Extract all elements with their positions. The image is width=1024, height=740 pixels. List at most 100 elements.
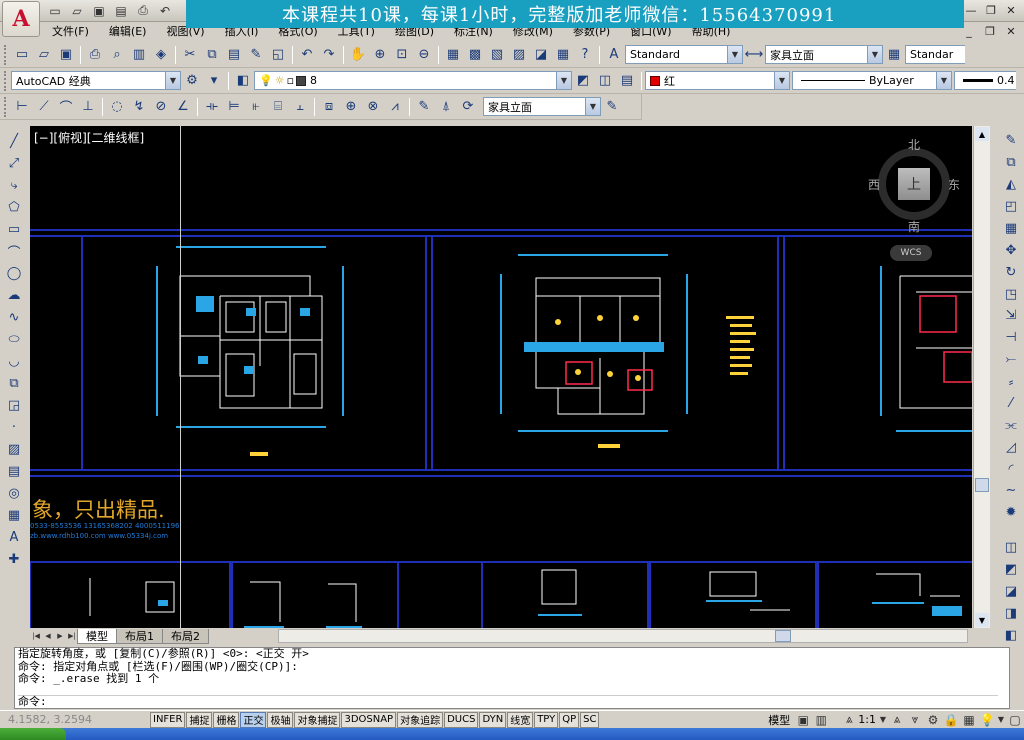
insert-block-icon[interactable]: ⧉ xyxy=(4,373,24,393)
table-style-combo[interactable]: Standar xyxy=(905,45,965,64)
plot-icon[interactable]: ⎙ xyxy=(85,45,105,65)
zoom-previous-icon[interactable]: ⊖ xyxy=(414,45,434,65)
publish-icon[interactable]: ▥ xyxy=(129,45,149,65)
toggle-grid[interactable]: 栅格 xyxy=(213,711,240,728)
close-icon[interactable]: ✕ xyxy=(1002,2,1020,18)
menu-edit[interactable]: 编辑(E) xyxy=(99,23,157,39)
chamfer-icon[interactable]: ◿ xyxy=(1001,437,1021,457)
undo-icon[interactable]: ↶ xyxy=(297,45,317,65)
aligned-dim-icon[interactable]: ⟋ xyxy=(34,97,54,117)
bring-to-front-icon[interactable]: ◩ xyxy=(1001,560,1021,580)
scroll-up-arrow-icon[interactable]: ▲ xyxy=(975,127,989,141)
help-icon[interactable]: ? xyxy=(575,45,595,65)
workspace-combo[interactable]: AutoCAD 经典 ▼ xyxy=(11,71,181,90)
chevron-down-icon[interactable]: ▼ xyxy=(878,712,888,728)
layer-properties-icon[interactable]: ◧ xyxy=(233,71,253,91)
array-icon[interactable]: ▦ xyxy=(1001,219,1021,239)
offset-icon[interactable]: ◰ xyxy=(1001,197,1021,217)
vertical-scroll-thumb[interactable] xyxy=(975,478,989,492)
toggle-osnap[interactable]: 对象捕捉 xyxy=(294,711,341,728)
markup-icon[interactable]: ◪ xyxy=(531,45,551,65)
print-icon[interactable]: ⎙ xyxy=(134,2,152,19)
make-block-icon[interactable]: ◲ xyxy=(4,395,24,415)
tool-palettes-icon[interactable]: ▧ xyxy=(487,45,507,65)
stretch-icon[interactable]: ⇲ xyxy=(1001,306,1021,326)
command-input[interactable]: 命令: xyxy=(18,695,998,708)
rotate-icon[interactable]: ↻ xyxy=(1001,262,1021,282)
ellipse-icon[interactable]: ⬭ xyxy=(4,329,24,349)
horizontal-scrollbar[interactable] xyxy=(278,629,968,643)
toolbar-grip[interactable] xyxy=(4,70,8,91)
point-icon[interactable]: · xyxy=(4,417,24,437)
drawing-restore-icon[interactable]: ❐ xyxy=(981,23,999,39)
sheet-set-icon[interactable]: ▨ xyxy=(509,45,529,65)
text-style-icon[interactable]: A xyxy=(604,45,624,65)
save-icon[interactable]: ▣ xyxy=(56,45,76,65)
fillet-icon[interactable]: ◜ xyxy=(1001,459,1021,479)
scroll-down-arrow-icon[interactable]: ▼ xyxy=(975,613,989,627)
toggle-tpy[interactable]: TPY xyxy=(534,711,559,728)
paste-icon[interactable]: ▤ xyxy=(224,45,244,65)
linetype-combo[interactable]: ByLayer ▼ xyxy=(792,71,952,90)
viewcube[interactable]: 上 北 南 东 西 xyxy=(868,138,960,234)
toggle-3dosnap[interactable]: 3DOSNAP xyxy=(341,711,397,728)
gradient-icon[interactable]: ▤ xyxy=(4,461,24,481)
text-to-front-icon[interactable]: ◨ xyxy=(1001,603,1021,623)
compass-west[interactable]: 西 xyxy=(868,176,880,193)
dim-text-edit-icon[interactable]: ⍋ xyxy=(436,97,456,117)
toggle-ortho[interactable]: 正交 xyxy=(240,711,267,728)
3d-dwf-icon[interactable]: ◈ xyxy=(151,45,171,65)
toolbar-lock-icon[interactable]: ▦ xyxy=(960,712,978,728)
linear-dim-icon[interactable]: ⊢ xyxy=(12,97,32,117)
toggle-infer[interactable]: INFER xyxy=(150,711,186,728)
copy-icon[interactable]: ⧉ xyxy=(202,45,222,65)
quick-dim-icon[interactable]: ⟛ xyxy=(202,97,222,117)
jogged-dim-icon[interactable]: ↯ xyxy=(129,97,149,117)
toggle-lineweight[interactable]: 线宽 xyxy=(507,711,534,728)
undo-icon[interactable]: ↶ xyxy=(156,2,174,19)
table-style-icon[interactable]: ▦ xyxy=(884,45,904,65)
dim-break-icon[interactable]: ⫠ xyxy=(290,97,310,117)
polygon-icon[interactable]: ⬠ xyxy=(4,197,24,217)
scale-icon[interactable]: ◳ xyxy=(1001,284,1021,304)
send-to-back-icon[interactable]: ◪ xyxy=(1001,582,1021,602)
tab-layout1[interactable]: 布局1 xyxy=(116,628,163,644)
new-file-icon[interactable]: ▭ xyxy=(46,2,64,19)
tolerance-icon[interactable]: ⧈ xyxy=(319,97,339,117)
ordinate-dim-icon[interactable]: ⊥ xyxy=(78,97,98,117)
table-icon[interactable]: ▦ xyxy=(4,505,24,525)
annotation-visibility-icon[interactable]: ⩓ xyxy=(888,712,906,728)
toolbar-grip[interactable] xyxy=(4,96,8,117)
break-at-point-icon[interactable]: ⸗ xyxy=(1001,372,1021,392)
toggle-polar[interactable]: 极轴 xyxy=(267,711,294,728)
workspace-menu-icon[interactable]: ▾ xyxy=(204,71,224,91)
viewcube-top-face[interactable]: 上 xyxy=(898,168,930,200)
center-mark-icon[interactable]: ⊕ xyxy=(341,97,361,117)
lock-ui-icon[interactable]: 🔒 xyxy=(942,712,960,728)
dim-edit-icon[interactable]: ✎ xyxy=(414,97,434,117)
blend-icon[interactable]: ∼ xyxy=(1001,481,1021,501)
redo-icon[interactable]: ↷ xyxy=(319,45,339,65)
make-current-layer-icon[interactable]: ◩ xyxy=(573,71,593,91)
jogged-linear-icon[interactable]: ⩘ xyxy=(385,97,405,117)
isolate-objects-icon[interactable]: 💡 xyxy=(978,712,996,728)
multiline-text-icon[interactable]: A xyxy=(4,527,24,547)
model-space-label[interactable]: 模型 xyxy=(764,712,794,728)
workspace-settings-icon[interactable]: ⚙ xyxy=(182,71,202,91)
horizontal-scroll-thumb[interactable] xyxy=(775,630,791,642)
next-tab-arrow-icon[interactable]: ▶ xyxy=(54,630,66,642)
continue-dim-icon[interactable]: ⫦ xyxy=(246,97,266,117)
toggle-qp[interactable]: QP xyxy=(559,711,580,728)
drawing-close-icon[interactable]: ✕ xyxy=(1002,23,1020,39)
join-icon[interactable]: ⫘ xyxy=(1001,415,1021,435)
plot-preview-icon[interactable]: ⌕ xyxy=(107,45,127,65)
quick-view-layouts-icon[interactable]: ▣ xyxy=(794,712,812,728)
dim-style-icon[interactable]: ⟷ xyxy=(744,45,764,65)
erase-icon[interactable]: ✎ xyxy=(1001,131,1021,151)
dim-space-icon[interactable]: ⌸ xyxy=(268,97,288,117)
compass-north[interactable]: 北 xyxy=(908,136,920,153)
clean-screen-icon[interactable]: ▢ xyxy=(1006,712,1024,728)
cut-icon[interactable]: ✂ xyxy=(180,45,200,65)
vertical-scrollbar[interactable]: ▲ ▼ xyxy=(973,126,990,628)
toggle-dyn[interactable]: DYN xyxy=(479,711,507,728)
